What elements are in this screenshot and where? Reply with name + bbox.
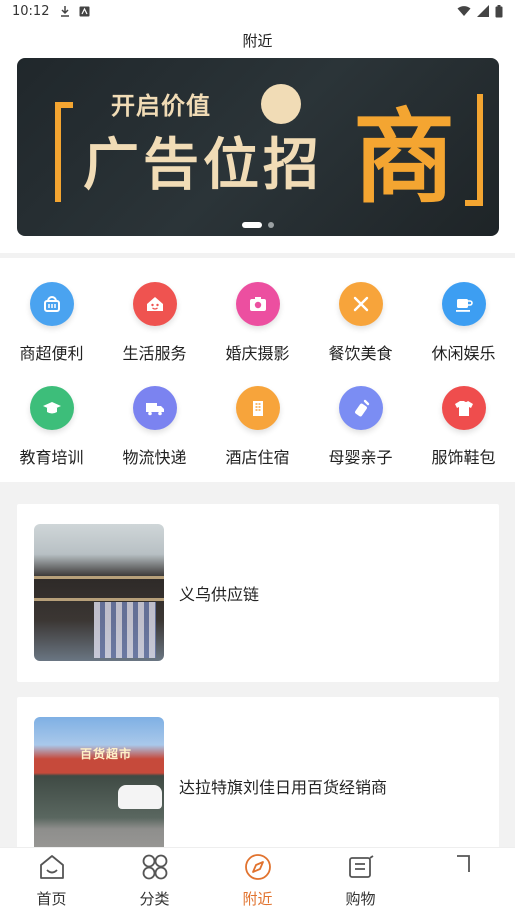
tab-nearby[interactable]: 附近 [206,848,309,915]
user-icon [449,852,479,882]
category-item[interactable]: 物流快递 [103,386,206,474]
category-label: 休闲娱乐 [431,344,496,363]
category-item[interactable]: 餐饮美食 [309,282,412,370]
banner-subtitle: 开启价值 [111,92,211,120]
store-thumbnail [34,524,164,661]
store-card[interactable]: 义乌供应链 [17,504,499,682]
coffee-icon [441,282,486,326]
category-label: 酒店住宿 [225,448,290,467]
banner-bracket-right [465,94,483,206]
download-icon [61,6,70,17]
status-bar: 10:12 [0,0,515,22]
category-grid: 商超便利 生活服务 婚庆摄影 餐饮美食 休闲娱乐 教育培训 物流快递 酒店住宿 … [0,282,515,474]
grid-icon [140,852,170,882]
truck-icon [132,386,177,430]
category-item[interactable]: 商超便利 [0,282,103,370]
category-grid-section: 商超便利 生活服务 婚庆摄影 餐饮美食 休闲娱乐 教育培训 物流快递 酒店住宿 … [0,258,515,482]
app-notification-icon [79,6,90,16]
banner-circle [261,84,301,124]
banner-pagination [17,222,499,228]
banner-big-text: 商 [353,99,455,218]
store-card[interactable]: 百货超市 达拉特旗刘佳日用百货经销商 [17,697,499,857]
category-label: 物流快递 [122,448,187,467]
battery-icon [495,4,503,17]
tab-profile[interactable] [412,848,515,915]
category-label: 教育培训 [19,448,84,467]
tab-label: 附近 [242,890,273,908]
status-time: 10:12 [12,3,50,19]
category-label: 母婴亲子 [328,448,393,467]
nav-bar: 附近 [0,22,515,58]
cart-icon [346,852,376,882]
page-title: 附近 [242,31,273,50]
category-label: 婚庆摄影 [225,344,290,363]
category-item[interactable]: 母婴亲子 [309,386,412,474]
category-item[interactable]: 服饰鞋包 [412,386,515,474]
status-system-icons [457,4,503,18]
category-item[interactable]: 酒店住宿 [206,386,309,474]
shirt-icon [441,386,486,430]
store-sign-text: 百货超市 [80,747,133,761]
banner-bracket-left [55,102,73,202]
status-notifications [59,5,90,17]
store-name: 义乌供应链 [179,585,260,604]
category-label: 商超便利 [19,344,84,363]
camera-icon [235,282,280,326]
tab-label: 首页 [36,890,67,908]
category-item[interactable]: 教育培训 [0,386,103,474]
ad-banner[interactable]: 开启价值 广告位招 商 [17,58,499,236]
category-item[interactable]: 婚庆摄影 [206,282,309,370]
baby-bottle-icon [338,386,383,430]
banner-main-text: 广告位招 [83,133,323,198]
banner-section: 开启价值 广告位招 商 [0,58,515,253]
building-icon [235,386,280,430]
category-item[interactable]: 生活服务 [103,282,206,370]
category-item[interactable]: 休闲娱乐 [412,282,515,370]
basket-icon [29,282,74,326]
house-icon [132,282,177,326]
tab-shopping[interactable]: 购物 [309,848,412,915]
store-name: 达拉特旗刘佳日用百货经销商 [179,778,388,797]
category-label: 服饰鞋包 [431,448,496,467]
tab-category[interactable]: 分类 [103,848,206,915]
store-thumbnail: 百货超市 [34,717,164,857]
bottom-tab-bar: 首页 分类 附近 购物 [0,847,515,915]
tab-home[interactable]: 首页 [0,848,103,915]
graduation-cap-icon [29,386,74,430]
banner-dot[interactable] [268,222,274,228]
tab-label: 分类 [139,890,170,908]
category-label: 生活服务 [122,344,187,363]
category-label: 餐饮美食 [328,344,393,363]
signal-icon [477,5,489,17]
tab-label: 购物 [345,890,376,908]
wifi-icon [457,6,471,16]
compass-icon [243,852,273,882]
banner-dot-active[interactable] [242,222,262,228]
home-icon [37,852,67,882]
fork-knife-icon [338,282,383,326]
